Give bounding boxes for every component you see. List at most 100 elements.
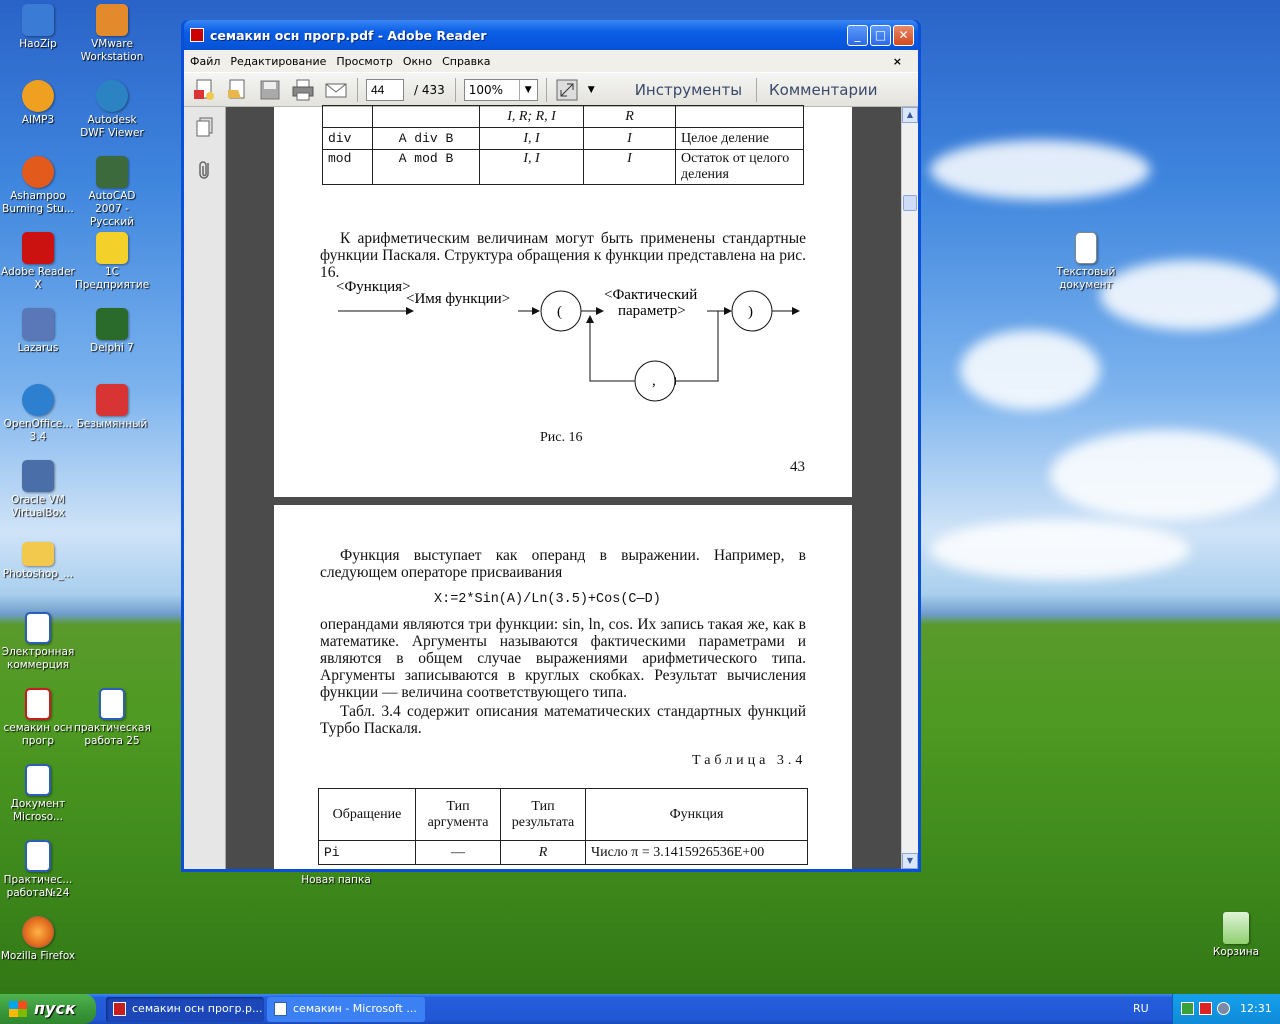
table-cell: I, R; R, I <box>479 105 584 128</box>
create-pdf-icon[interactable] <box>192 78 218 102</box>
system-tray: 12:31 <box>1172 994 1280 1024</box>
taskbar-item-word[interactable]: семакин - Microsoft ... <box>267 997 425 1022</box>
email-icon[interactable] <box>324 78 350 102</box>
table-row: Pi — R Число π = 3.1415926536E+00 <box>318 840 808 865</box>
desktop-icon-recycle-bin[interactable]: Корзина <box>1198 912 1274 959</box>
desktop-icon-semakin-pdf[interactable]: семакин осн прогр <box>0 688 76 748</box>
lazarus-icon <box>22 308 54 340</box>
start-button[interactable]: пуск <box>0 994 96 1024</box>
word-document-icon <box>25 840 51 872</box>
table-cell: Pi <box>318 840 416 865</box>
table-cell: R <box>500 840 586 865</box>
page-number: 43 <box>790 459 805 475</box>
comments-button[interactable]: Комментарии <box>769 81 877 99</box>
open-icon[interactable] <box>225 78 251 102</box>
table-cell: div <box>322 127 373 150</box>
save-icon[interactable] <box>258 78 284 102</box>
scroll-thumb[interactable] <box>903 195 917 211</box>
table-cell: I, I <box>479 149 584 185</box>
taskbar: пуск семакин осн прогр.р... семакин - Mi… <box>0 994 1280 1024</box>
desktop-icon-autocad[interactable]: AutoCAD 2007 - Русский <box>74 156 150 229</box>
desktop-icon-haozip[interactable]: HaoZip <box>0 4 76 51</box>
table-cell: R <box>583 105 676 128</box>
table-header: Функция <box>585 788 808 841</box>
tools-button[interactable]: Инструменты <box>635 81 742 99</box>
desktop-icon-aimp3[interactable]: AIMP3 <box>0 80 76 127</box>
haozip-icon <box>22 4 54 36</box>
folder-icon <box>22 542 54 566</box>
pages-panel-icon[interactable] <box>196 117 214 137</box>
desktop-icon-firefox[interactable]: Mozilla Firefox <box>0 916 76 963</box>
diagram-label-param1: <Фактический <box>604 287 697 303</box>
text-document-icon <box>1075 232 1097 264</box>
table-title: Таблица 3.4 <box>692 753 807 768</box>
adobe-reader-window: семакин осн прогр.pdf - Adobe Reader _ □… <box>181 20 921 872</box>
volume-icon[interactable] <box>1217 1002 1230 1015</box>
vertical-scrollbar[interactable]: ▲ ▼ <box>901 107 918 869</box>
desktop-icon-new-folder[interactable]: Новая папка <box>298 874 374 887</box>
desktop-icon-ashampoo[interactable]: Ashampoo Burning Stu... <box>0 156 76 216</box>
scroll-down-arrow-icon[interactable]: ▼ <box>902 853 918 869</box>
menu-file[interactable]: Файл <box>190 55 220 68</box>
word-document-icon <box>25 764 51 796</box>
ashampoo-icon <box>22 156 54 188</box>
toolbar-options-icon[interactable]: ▼ <box>588 85 595 95</box>
page-number-input[interactable] <box>366 78 404 101</box>
paragraph: операндами являются три функции: sin, ln… <box>320 616 806 701</box>
maximize-button[interactable]: □ <box>870 25 891 46</box>
taskbar-item-adobe-reader[interactable]: семакин осн прогр.р... <box>106 997 264 1022</box>
scroll-up-arrow-icon[interactable]: ▲ <box>902 107 918 123</box>
paragraph: К арифметическим величинам могут быть пр… <box>320 230 806 281</box>
desktop-icon-vmware[interactable]: VMware Workstation <box>74 4 150 64</box>
desktop-icon-photoshop-folder[interactable]: Photoshop_... <box>0 536 76 581</box>
desktop-icon-virtualbox[interactable]: Oracle VM VirtualBox <box>0 460 76 520</box>
pdf-page-43: I, R; R, I R div A div B I, I I Целое де… <box>274 105 852 497</box>
page-total: / 433 <box>414 82 445 97</box>
antivirus-icon[interactable] <box>1199 1002 1212 1015</box>
language-indicator[interactable]: RU <box>1133 994 1149 1024</box>
desktop-icon-ecommerce-doc[interactable]: Электронная коммерция <box>0 612 76 672</box>
paragraph: Функция выступает как операнд в выражени… <box>320 547 806 581</box>
syntax-diagram: <Функция> <Имя функции> ( <Фактический п… <box>336 279 800 402</box>
table-row: div A div B I, I I Целое деление <box>322 127 804 150</box>
1c-icon <box>96 232 128 264</box>
desktop-icon-1c[interactable]: 1С Предприятие <box>74 232 150 292</box>
desktop-icon-openoffice[interactable]: OpenOffice... 3.4 <box>0 384 76 444</box>
table-cell: A div B <box>372 127 480 150</box>
table-cell <box>372 105 480 128</box>
table-header: Обращение <box>318 788 416 841</box>
desktop-icon-text-document[interactable]: Текстовый документ <box>1048 232 1124 292</box>
desktop-icon-untitled[interactable]: Безымянный <box>74 384 150 431</box>
window-titlebar[interactable]: семакин осн прогр.pdf - Adobe Reader <box>184 20 918 50</box>
zoom-select[interactable]: 100% ▼ <box>463 78 538 101</box>
table-cell: Целое деление <box>675 127 804 150</box>
desktop-icon-delphi7[interactable]: Delphi 7 <box>74 308 150 355</box>
minimize-button[interactable]: _ <box>847 25 868 46</box>
autocad-icon <box>96 156 128 188</box>
fit-page-icon[interactable] <box>555 78 581 102</box>
chevron-down-icon: ▼ <box>518 79 537 100</box>
recycle-bin-icon <box>1223 912 1249 944</box>
menu-view[interactable]: Просмотр <box>336 55 392 68</box>
close-button[interactable]: ✕ <box>893 25 914 46</box>
close-document-icon[interactable]: × <box>893 55 902 68</box>
desktop-icon-practical24[interactable]: Практичес... работа№24 <box>0 840 76 900</box>
table-header-row: Обращение Тип аргумента Тип результата Ф… <box>318 788 808 841</box>
menu-help[interactable]: Справка <box>442 55 490 68</box>
delphi-icon <box>96 308 128 340</box>
print-icon[interactable] <box>291 78 317 102</box>
desktop-icon-adobe-reader[interactable]: Adobe Reader X <box>0 232 76 292</box>
word-document-icon <box>25 612 51 644</box>
table-header: Тип аргумента <box>415 788 501 841</box>
desktop-icon-lazarus[interactable]: Lazarus <box>0 308 76 355</box>
table-row: I, R; R, I R <box>322 105 804 128</box>
attachments-paperclip-icon[interactable] <box>196 159 214 181</box>
desktop-icon-practical25[interactable]: практическая работа 25 <box>74 688 151 748</box>
menu-edit[interactable]: Редактирование <box>230 55 326 68</box>
menu-window[interactable]: Окно <box>403 55 432 68</box>
desktop-icon-ms-document[interactable]: Документ Microso... <box>0 764 76 824</box>
network-icon[interactable] <box>1181 1002 1194 1015</box>
diagram-label-param2: параметр> <box>618 303 686 319</box>
desktop-icon-dwf-viewer[interactable]: Autodesk DWF Viewer <box>74 80 150 140</box>
clock[interactable]: 12:31 <box>1240 994 1272 1024</box>
